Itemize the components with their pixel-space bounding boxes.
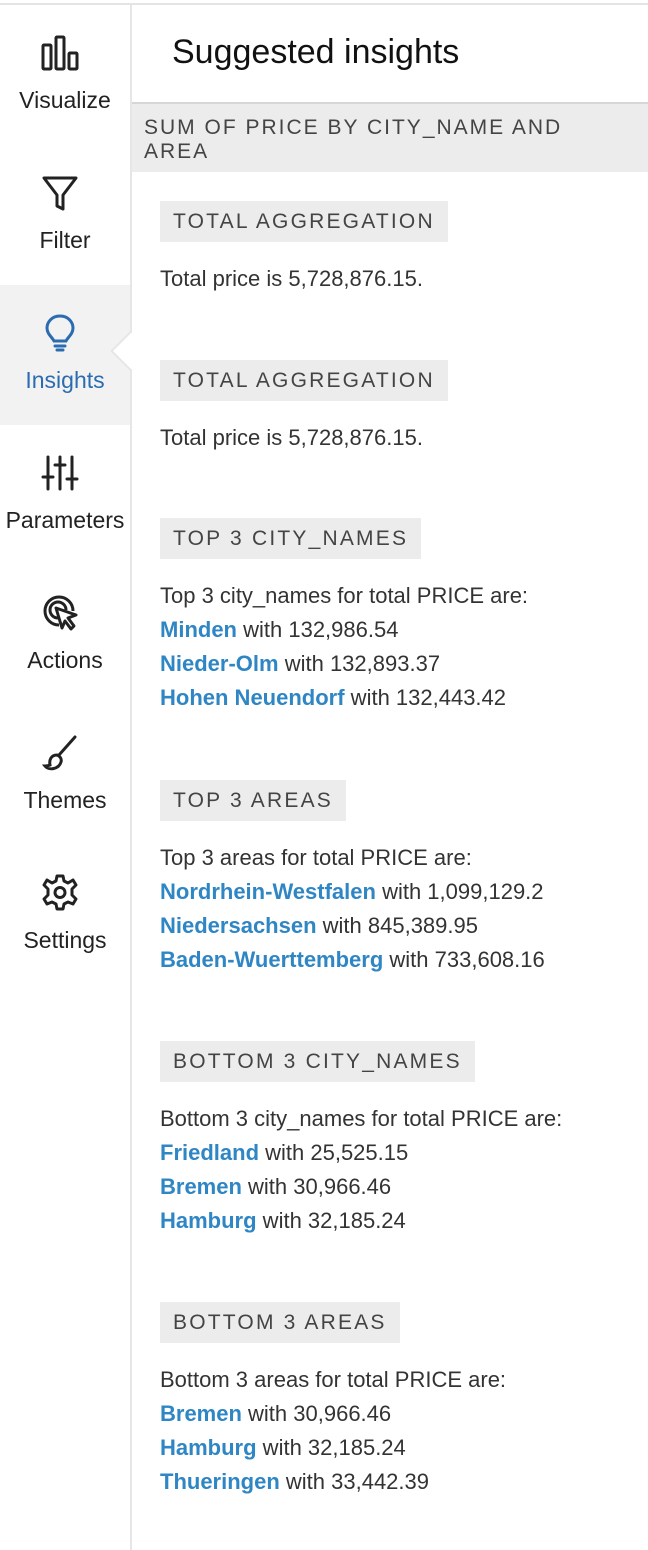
list-item: Friedland with 25,525.15 xyxy=(160,1136,630,1170)
city-link[interactable]: Nieder-Olm xyxy=(160,651,279,676)
list-item: Niedersachsen with 845,389.95 xyxy=(160,909,630,943)
insight-card: BOTTOM 3 AREAS Bottom 3 areas for total … xyxy=(160,1302,630,1499)
insight-tag: BOTTOM 3 AREAS xyxy=(160,1302,400,1343)
insight-summary: Bottom 3 areas for total PRICE are: xyxy=(160,1367,507,1392)
insight-summary: Total price is 5,728,876.15. xyxy=(160,266,423,291)
list-item: Nieder-Olm with 132,893.37 xyxy=(160,647,630,681)
lightbulb-icon xyxy=(41,313,79,353)
insight-body: Total price is 5,728,876.15. xyxy=(160,421,630,455)
sidebar-item-settings[interactable]: Settings xyxy=(0,845,130,985)
insight-summary: Top 3 city_names for total PRICE are: xyxy=(160,583,529,608)
item-value: with 132,443.42 xyxy=(344,685,507,710)
sidebar-item-visualize[interactable]: Visualize xyxy=(0,5,130,145)
insight-body: Bottom 3 areas for total PRICE are: Brem… xyxy=(160,1363,630,1499)
insight-body: Top 3 areas for total PRICE are: Nordrhe… xyxy=(160,841,630,977)
sidebar: Visualize Filter Insights Parameters Act… xyxy=(0,5,150,1550)
list-item: Hamburg with 32,185.24 xyxy=(160,1204,630,1238)
insight-card: TOTAL AGGREGATION Total price is 5,728,8… xyxy=(160,201,630,296)
list-item: Baden-Wuerttemberg with 733,608.16 xyxy=(160,943,630,977)
item-value: with 25,525.15 xyxy=(259,1140,409,1165)
insight-card: TOP 3 CITY_NAMES Top 3 city_names for to… xyxy=(160,518,630,715)
insight-summary: Total price is 5,728,876.15. xyxy=(160,425,423,450)
list-item: Thueringen with 33,442.39 xyxy=(160,1465,630,1499)
sidebar-item-label: Parameters xyxy=(5,507,125,533)
list-item: Minden with 132,986.54 xyxy=(160,613,630,647)
item-value: with 32,185.24 xyxy=(256,1208,406,1233)
sidebar-item-label: Actions xyxy=(27,647,103,673)
insight-body: Top 3 city_names for total PRICE are: Mi… xyxy=(160,579,630,715)
insight-body: Bottom 3 city_names for total PRICE are:… xyxy=(160,1102,630,1238)
insight-card: BOTTOM 3 CITY_NAMES Bottom 3 city_names … xyxy=(160,1041,630,1238)
item-value: with 32,185.24 xyxy=(256,1435,406,1460)
section-header-text: SUM OF PRICE BY CITY_NAME AND AREA xyxy=(144,116,563,163)
page-title: Suggested insights xyxy=(172,33,460,71)
sidebar-item-parameters[interactable]: Parameters xyxy=(0,425,130,565)
insight-tag: TOP 3 AREAS xyxy=(160,780,346,821)
sidebar-item-actions[interactable]: Actions xyxy=(0,565,130,705)
sidebar-item-label: Themes xyxy=(23,787,107,813)
insight-card: TOTAL AGGREGATION Total price is 5,728,8… xyxy=(160,360,630,455)
area-link[interactable]: Hamburg xyxy=(160,1435,257,1460)
funnel-icon xyxy=(41,173,79,213)
item-value: with 30,966.46 xyxy=(241,1174,392,1199)
sidebar-item-label: Visualize xyxy=(19,87,111,113)
sidebar-item-themes[interactable]: Themes xyxy=(0,705,130,845)
area-link[interactable]: Baden-Wuerttemberg xyxy=(160,947,383,972)
item-value: with 845,389.95 xyxy=(316,913,478,938)
item-value: with 1,099,129.2 xyxy=(375,879,544,904)
sidebar-item-label: Insights xyxy=(25,367,105,393)
item-value: with 30,966.46 xyxy=(241,1401,392,1426)
bar-chart-icon xyxy=(41,33,79,73)
insight-tag: TOTAL AGGREGATION xyxy=(160,201,448,242)
insight-tag: TOTAL AGGREGATION xyxy=(160,360,448,401)
item-value: with 33,442.39 xyxy=(279,1469,430,1494)
list-item: Hamburg with 32,185.24 xyxy=(160,1431,630,1465)
area-link[interactable]: Nordrhein-Westfalen xyxy=(160,879,376,904)
sidebar-item-label: Settings xyxy=(23,927,107,953)
insight-summary: Top 3 areas for total PRICE are: xyxy=(160,845,472,870)
insights-panel: Suggested insights SUM OF PRICE BY CITY_… xyxy=(132,5,648,1550)
list-item: Bremen with 30,966.46 xyxy=(160,1170,630,1204)
item-value: with 132,986.54 xyxy=(237,617,399,642)
list-item: Nordrhein-Westfalen with 1,099,129.2 xyxy=(160,875,630,909)
cursor-click-icon xyxy=(41,593,79,633)
sidebar-item-filter[interactable]: Filter xyxy=(0,145,130,285)
insight-body: Total price is 5,728,876.15. xyxy=(160,262,630,296)
sliders-icon xyxy=(41,453,79,493)
city-link[interactable]: Hohen Neuendorf xyxy=(160,685,345,710)
area-link[interactable]: Niedersachsen xyxy=(160,913,317,938)
section-header: SUM OF PRICE BY CITY_NAME AND AREA xyxy=(132,104,648,172)
area-link[interactable]: Bremen xyxy=(160,1401,242,1426)
city-link[interactable]: Minden xyxy=(160,617,237,642)
sidebar-item-label: Filter xyxy=(39,227,91,253)
insight-tag: TOP 3 CITY_NAMES xyxy=(160,518,422,559)
list-item: Bremen with 30,966.46 xyxy=(160,1397,630,1431)
insight-card: TOP 3 AREAS Top 3 areas for total PRICE … xyxy=(160,780,630,977)
gear-icon xyxy=(41,873,79,913)
paintbrush-icon xyxy=(41,733,79,773)
city-link[interactable]: Bremen xyxy=(160,1174,242,1199)
city-link[interactable]: Friedland xyxy=(160,1140,259,1165)
item-value: with 733,608.16 xyxy=(383,947,545,972)
sidebar-item-insights[interactable]: Insights xyxy=(0,285,150,425)
insight-tag: BOTTOM 3 CITY_NAMES xyxy=(160,1041,475,1082)
area-link[interactable]: Thueringen xyxy=(160,1469,280,1494)
city-link[interactable]: Hamburg xyxy=(160,1208,257,1233)
insight-summary: Bottom 3 city_names for total PRICE are: xyxy=(160,1106,563,1131)
list-item: Hohen Neuendorf with 132,443.42 xyxy=(160,681,630,715)
item-value: with 132,893.37 xyxy=(278,651,441,676)
